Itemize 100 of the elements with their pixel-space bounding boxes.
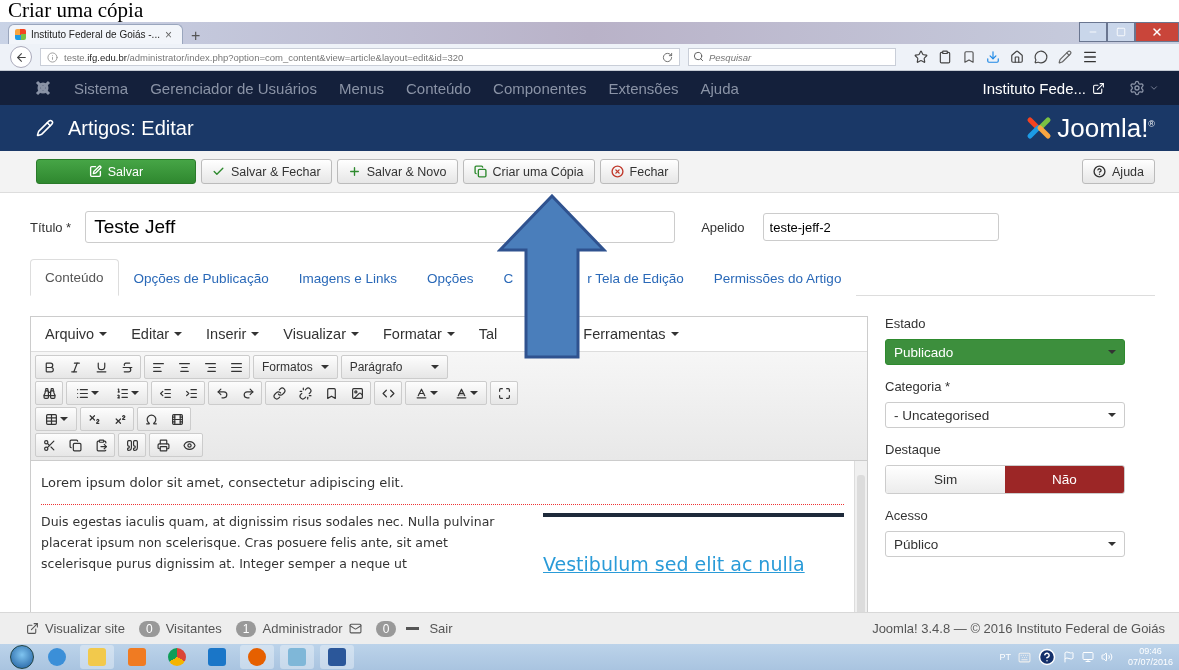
align-right-icon xyxy=(203,360,217,374)
media-icon xyxy=(170,412,184,426)
menu-icon[interactable] xyxy=(1082,49,1098,65)
align-center-icon xyxy=(177,360,191,374)
caret-icon xyxy=(90,391,99,395)
pencil-icon xyxy=(36,119,54,137)
select-field[interactable]: - Uncategorised xyxy=(885,402,1125,428)
close-tab-icon[interactable]: × xyxy=(164,28,172,41)
paragraph-dropdown[interactable]: Parágrafo xyxy=(341,356,447,378)
save-close-button[interactable]: Salvar & Fechar xyxy=(201,159,332,184)
external-link-icon xyxy=(1092,81,1105,95)
settings-icon[interactable] xyxy=(1129,80,1145,96)
external-link-icon xyxy=(26,622,39,635)
joomla-icon[interactable] xyxy=(34,79,52,97)
link-icon xyxy=(272,386,286,400)
align-left-icon xyxy=(151,360,165,374)
bookmark-icon xyxy=(324,386,338,400)
address-bar[interactable]: teste.ifg.edu.br/administrator/index.php?option=com_content&view=article&layout=edit&id=320 xyxy=(40,48,680,66)
save-new-button[interactable]: Salvar & Novo xyxy=(336,159,458,184)
text-color-icon xyxy=(414,386,428,400)
minimize-button[interactable] xyxy=(1079,22,1107,42)
subscript-icon xyxy=(87,412,101,426)
minus-icon xyxy=(406,627,420,630)
nav-menu-item[interactable]: Extensões xyxy=(608,79,679,97)
plus-icon xyxy=(347,165,361,178)
home-icon[interactable] xyxy=(1010,50,1024,64)
joomla-favicon-icon xyxy=(15,29,26,40)
indent-icon xyxy=(184,386,198,400)
unlink-icon xyxy=(298,386,312,400)
site-link[interactable]: Instituto Fede... xyxy=(982,79,1105,97)
caret-icon xyxy=(469,391,478,395)
editor-menu-item[interactable]: Visualizar xyxy=(283,326,359,342)
copy-icon xyxy=(68,438,82,452)
italic-icon xyxy=(68,360,82,374)
alias-label: Apelido xyxy=(701,219,745,235)
document-caption: Criar uma cópia xyxy=(7,0,145,22)
find-icon xyxy=(42,386,56,400)
copy-button[interactable]: Criar uma Cópia xyxy=(462,159,595,184)
title-label: Título * xyxy=(30,219,72,235)
copy-icon xyxy=(473,165,487,178)
back-arrow-icon xyxy=(14,50,28,64)
start-button[interactable] xyxy=(10,645,34,669)
editor-menu-item[interactable]: Editar xyxy=(131,326,183,342)
paragraph-text: Duis egestas iaculis quam, at dignissim risus sodales nec. Nulla pulvinar placerat ipsum non scelerisque. Cras posuere felis ante, sit amet scelerisque purus dignissim at. Integer semper a neque ut xyxy=(41,513,496,573)
check-icon xyxy=(212,165,225,178)
nav-menu-item[interactable]: Sistema xyxy=(74,79,129,97)
editor-menu-item[interactable]: Tal xyxy=(478,326,498,342)
help-icon[interactable] xyxy=(1037,648,1056,666)
nav-menu-item[interactable]: Ajuda xyxy=(700,79,739,97)
select-field[interactable]: Publicado xyxy=(885,339,1125,365)
field-label: Destaque xyxy=(885,442,942,457)
mail-icon[interactable] xyxy=(348,622,362,635)
pen-icon[interactable] xyxy=(1058,50,1072,64)
superscript-icon xyxy=(113,412,127,426)
editor-menu-item[interactable]: Arquivo xyxy=(45,326,108,342)
caret-icon xyxy=(1108,542,1116,546)
nav-menu-item[interactable]: Gerenciador de Usuários xyxy=(150,79,317,97)
caret-icon[interactable] xyxy=(1149,83,1159,93)
formats-dropdown[interactable]: Formatos xyxy=(254,356,337,378)
download-icon[interactable] xyxy=(986,50,1000,64)
count-badge: 0 xyxy=(138,620,160,637)
caret-icon xyxy=(59,417,68,421)
fullscreen-icon xyxy=(497,386,511,400)
editor-menu-item[interactable]: Ferramentas xyxy=(583,326,679,342)
close-button[interactable]: Fechar xyxy=(599,159,680,184)
nav-menu-item[interactable]: Menus xyxy=(338,79,384,97)
select-field[interactable]: Público xyxy=(885,531,1125,557)
search-field[interactable]: Pesquisar xyxy=(688,48,896,66)
nav-menu-item[interactable]: Componentes xyxy=(493,79,587,97)
field-label: Acesso xyxy=(885,508,929,523)
paste-icon xyxy=(94,438,108,452)
editor-menu-item[interactable]: Inserir xyxy=(206,326,260,342)
close-icon xyxy=(610,165,624,178)
new-tab-button[interactable]: + xyxy=(191,28,201,44)
alias-input[interactable]: teste-jeff-2 xyxy=(762,213,999,241)
toggle-option[interactable]: Não xyxy=(1005,466,1124,493)
nav-menu-item[interactable]: Conteúdo xyxy=(406,79,472,97)
help-button[interactable]: Ajuda xyxy=(1082,159,1155,184)
tab[interactable]: Conteúdo xyxy=(30,259,119,296)
view-site-link[interactable]: Visualizar site xyxy=(26,621,125,636)
toggle-option[interactable]: Sim xyxy=(886,466,1005,493)
star-icon[interactable] xyxy=(914,50,928,64)
save-button[interactable]: Salvar xyxy=(36,159,196,184)
browser-tab[interactable]: Instituto Federal de Goiás -... × xyxy=(8,24,183,44)
visitors-label: Visitantes xyxy=(165,621,222,636)
chat-icon[interactable] xyxy=(1034,50,1048,64)
logout-link[interactable]: Sair xyxy=(429,621,453,636)
background-color-icon xyxy=(454,386,468,400)
reload-icon[interactable] xyxy=(662,51,673,63)
clipboard-icon[interactable] xyxy=(938,50,952,64)
close-icon xyxy=(1151,26,1163,38)
footer-credit: Joomla! 3.4.8 — © 2016 Instituto Federal de Goiás xyxy=(872,621,1165,636)
scrollbar[interactable] xyxy=(854,461,867,612)
justify-icon xyxy=(229,360,243,374)
editor-menu-item[interactable]: Formatar xyxy=(382,326,455,342)
cut-icon xyxy=(42,438,56,452)
outdent-icon xyxy=(158,386,172,400)
back-button[interactable] xyxy=(10,46,32,68)
underline-icon xyxy=(94,360,108,374)
maximize-button[interactable] xyxy=(1107,22,1135,42)
